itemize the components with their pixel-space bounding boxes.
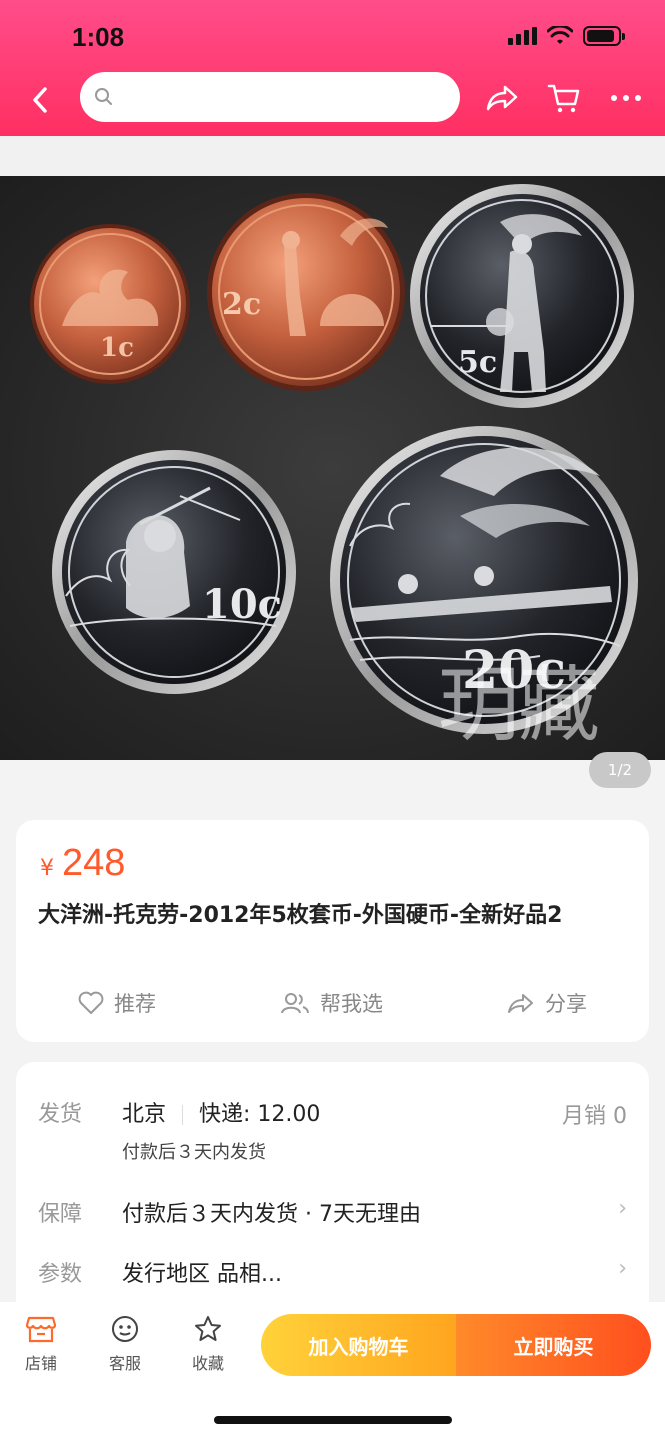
chevron-right-icon[interactable]: › bbox=[618, 1256, 627, 1281]
params-label: 参数 bbox=[38, 1262, 83, 1287]
back-button[interactable] bbox=[24, 82, 56, 118]
service-label: 客服 bbox=[108, 1354, 141, 1373]
chat-face-icon bbox=[112, 1316, 138, 1342]
share-button[interactable] bbox=[484, 80, 520, 116]
price: ¥ 248 bbox=[40, 842, 125, 885]
chevron-left-icon bbox=[33, 87, 47, 113]
guarantee-label: 保障 bbox=[38, 1202, 83, 1227]
coin-5c: 5c bbox=[410, 184, 634, 408]
recommend-label: 推荐 bbox=[114, 992, 156, 1016]
home-indicator bbox=[214, 1416, 452, 1424]
price-card: ¥ 248 大洋洲-托克劳-2012年5枚套币-外国硬币-全新好品2 推荐 帮我… bbox=[16, 820, 649, 1042]
favorite-label: 收藏 bbox=[191, 1354, 224, 1373]
share-label: 分享 bbox=[545, 992, 587, 1016]
product-actions: 推荐 帮我选 分享 bbox=[16, 988, 649, 1018]
heart-icon bbox=[78, 991, 104, 1014]
star-icon bbox=[195, 1316, 221, 1341]
users-icon bbox=[281, 993, 309, 1014]
wifi-icon bbox=[547, 26, 573, 44]
shop-button[interactable]: 店铺 bbox=[14, 1314, 68, 1374]
customer-service-button[interactable]: 客服 bbox=[98, 1314, 152, 1374]
svg-text:1c: 1c bbox=[100, 333, 134, 363]
search-box[interactable] bbox=[80, 72, 460, 122]
favorite-button[interactable]: 收藏 bbox=[181, 1314, 235, 1374]
cart-icon bbox=[547, 84, 580, 113]
coin-2c: 2c bbox=[207, 193, 405, 391]
recommend-button[interactable]: 推荐 bbox=[78, 988, 156, 1018]
purchase-buttons: 加入购物车 立即购买 bbox=[261, 1314, 651, 1376]
svg-text:10c: 10c bbox=[202, 581, 282, 628]
chevron-right-icon[interactable]: › bbox=[618, 1196, 627, 1221]
buy-now-button[interactable]: 立即购买 bbox=[456, 1314, 651, 1376]
battery-icon bbox=[583, 26, 625, 46]
more-icon bbox=[611, 95, 641, 101]
help-choose-button[interactable]: 帮我选 bbox=[280, 988, 383, 1018]
share-product-button[interactable]: 分享 bbox=[507, 988, 587, 1018]
product-title: 大洋洲-托克劳-2012年5枚套币-外国硬币-全新好品2 bbox=[38, 903, 563, 928]
shipping-fee: 快递: 12.00 bbox=[199, 1102, 321, 1127]
shipping-info: 北京 快递: 12.00 bbox=[122, 1096, 320, 1128]
monthly-sales: 月销 0 bbox=[562, 1104, 627, 1129]
gallery-top-strip bbox=[0, 136, 665, 176]
status-icons bbox=[508, 26, 625, 46]
store-icon bbox=[25, 1316, 57, 1343]
detail-card: 发货 北京 快递: 12.00 月销 0 付款后３天内发货 保障 付款后３天内发货… bbox=[16, 1062, 649, 1322]
search-icon bbox=[95, 88, 112, 105]
params-value[interactable]: 发行地区 品相... bbox=[122, 1256, 282, 1288]
shipping-city: 北京 bbox=[122, 1102, 167, 1127]
price-value: 248 bbox=[62, 842, 126, 884]
more-button[interactable] bbox=[608, 80, 644, 116]
coin-1c: 1c bbox=[30, 224, 190, 384]
share-icon bbox=[508, 994, 533, 1013]
status-time: 1:08 bbox=[72, 22, 125, 52]
guarantee-value[interactable]: 付款后３天内发货 · 7天无理由 bbox=[122, 1196, 421, 1228]
add-to-cart-button[interactable]: 加入购物车 bbox=[261, 1314, 456, 1376]
coin-10c: 10c bbox=[52, 450, 296, 694]
image-page-indicator: 1/2 bbox=[589, 752, 651, 788]
svg-text:5c: 5c bbox=[458, 345, 497, 380]
header-bar: 1:08 bbox=[0, 0, 665, 136]
svg-text:2c: 2c bbox=[222, 287, 261, 322]
image-watermark: 玥藏 bbox=[438, 658, 600, 753]
search-input[interactable] bbox=[120, 86, 460, 108]
price-symbol: ¥ bbox=[40, 856, 54, 881]
shipping-label: 发货 bbox=[38, 1102, 83, 1127]
signal-icon bbox=[508, 27, 537, 45]
share-icon bbox=[486, 85, 518, 111]
shop-label: 店铺 bbox=[24, 1354, 57, 1373]
separator bbox=[182, 1105, 184, 1125]
cart-button[interactable] bbox=[546, 80, 582, 116]
help-choose-label: 帮我选 bbox=[320, 992, 383, 1016]
shipping-note: 付款后３天内发货 bbox=[122, 1142, 266, 1163]
